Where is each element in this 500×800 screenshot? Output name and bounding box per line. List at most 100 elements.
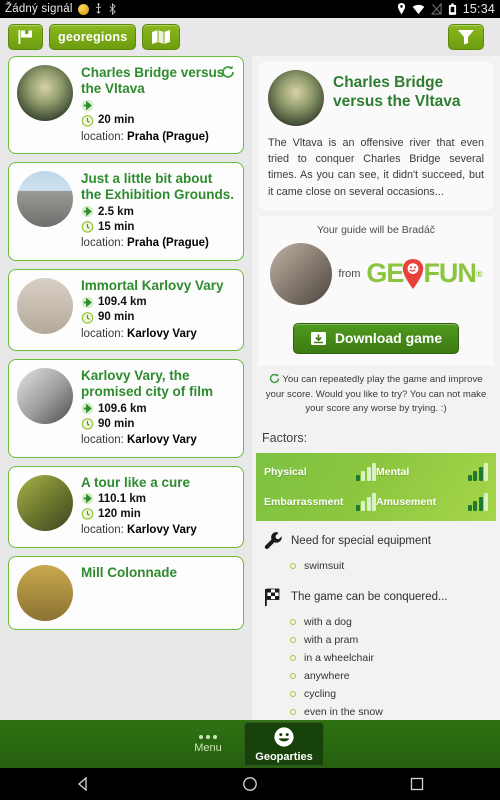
list-item: cycling (290, 685, 488, 703)
factors-label: Factors: (252, 427, 500, 454)
list-item-title: Mill Colonnade (81, 564, 177, 580)
conquer-section: The game can be conquered... with a dog … (252, 577, 500, 724)
equipment-title: Need for special equipment (291, 535, 431, 548)
list-item: in a wheelchair (290, 649, 488, 667)
wifi-icon (412, 4, 424, 14)
duration-row: 90 min (81, 311, 235, 324)
factor-name: Mental (376, 466, 410, 479)
detail-header-card: Charles Bridge versus the Vltava The Vlt… (258, 62, 494, 210)
location-row: location: Karlovy Vary (81, 433, 235, 449)
tour-list[interactable]: Charles Bridge versus the Vltava 20 min … (0, 56, 252, 800)
flag-button[interactable] (8, 24, 43, 50)
distance-row: 110.1 km (81, 492, 235, 505)
tab-menu[interactable]: Menu (176, 722, 240, 766)
location-value: Praha (Prague) (127, 237, 209, 250)
list-item[interactable]: Charles Bridge versus the Vltava 20 min … (8, 56, 244, 155)
tab-geoparties[interactable]: Geoparties (244, 722, 324, 766)
mill-colonnade-thumb (17, 564, 73, 621)
factor-name: Embarrassment (264, 496, 344, 509)
forest-walk-thumb (17, 474, 73, 531)
location-row: location: Praha (Prague) (81, 236, 235, 252)
list-item-title: Just a little bit about the Exhibition G… (81, 171, 234, 203)
registered-mark: ® (475, 268, 483, 279)
exhibition-grounds-thumb (17, 171, 73, 228)
factor-name: Physical (264, 466, 307, 479)
factor-bar (366, 497, 371, 512)
flag-icon (18, 30, 32, 44)
duration-label: 120 min (98, 507, 141, 520)
factor-bar (473, 501, 477, 512)
download-wrap: Download game (258, 316, 494, 366)
usb-icon (95, 3, 101, 14)
detail-pane[interactable]: Charles Bridge versus the Vltava The Vlt… (252, 56, 500, 800)
crosses-thumb (17, 277, 73, 334)
location-value: Karlovy Vary (127, 434, 197, 446)
film-festival-thumb (17, 368, 73, 425)
guide-block: Your guide will be Bradáč from GE FUN ® (258, 215, 494, 317)
arrow-icon (81, 493, 94, 505)
no-signal-icon (430, 3, 442, 15)
location-value: Karlovy Vary (127, 524, 197, 537)
arrow-icon (81, 402, 94, 415)
list-item-title: Charles Bridge versus the Vltava (81, 65, 225, 96)
conquer-item: with a pram (304, 634, 359, 647)
map-button[interactable] (142, 24, 181, 50)
bullet-icon (290, 637, 296, 644)
factor-embarrassment: Embarrassment (264, 493, 376, 512)
coin-icon (77, 3, 89, 15)
distance-label: 109.6 km (98, 402, 147, 415)
factor-bar (478, 497, 483, 512)
guide-caption: Your guide will be Bradáč (316, 223, 436, 236)
distance-label: 109.4 km (98, 296, 147, 309)
factor-bar (484, 493, 488, 512)
factor-bar (361, 501, 365, 512)
conquer-item: with a dog (304, 616, 352, 629)
list-item: anywhere (290, 667, 488, 685)
duration-label: 90 min (98, 311, 135, 324)
status-bar: Žádný signál 15:34 (0, 0, 500, 18)
refresh-icon[interactable] (221, 65, 235, 79)
filter-button[interactable] (448, 24, 484, 50)
georegions-button[interactable]: georegions (49, 24, 137, 50)
bullet-icon (290, 563, 296, 570)
bullet-icon (290, 709, 296, 716)
list-item: even in the snow (290, 703, 488, 721)
duration-row: 120 min (81, 507, 235, 521)
factor-physical: Physical (264, 463, 376, 482)
map-icon (152, 30, 171, 44)
duration-row: 20 min (81, 114, 235, 127)
list-item[interactable]: Just a little bit about the Exhibition G… (8, 162, 244, 261)
list-item[interactable]: Mill Colonnade (8, 555, 244, 630)
download-icon (310, 331, 326, 345)
guide-avatar (270, 242, 333, 305)
home-icon[interactable] (242, 776, 258, 792)
arrow-icon (81, 205, 94, 218)
list-item[interactable]: Immortal Karlovy Vary 109.4 km 90 min lo… (8, 268, 244, 352)
location-prefix: location: (81, 237, 124, 250)
list-item[interactable]: Karlovy Vary, the promised city of film … (8, 359, 244, 458)
location-value: Karlovy Vary (127, 327, 197, 340)
distance-label: 110.1 km (98, 492, 146, 505)
list-item[interactable]: A tour like a cure 110.1 km 120 min loca… (8, 465, 244, 548)
factor-bar (361, 471, 365, 482)
back-icon[interactable] (75, 776, 91, 792)
clock-icon (81, 311, 94, 324)
location-row: location: Karlovy Vary (81, 523, 235, 539)
recents-icon[interactable] (409, 776, 425, 792)
list-item: with a dog (290, 613, 488, 631)
clock-icon (81, 418, 94, 430)
factor-bars (467, 493, 488, 512)
clock-icon (81, 508, 94, 521)
download-label: Download game (334, 330, 443, 347)
bottom-tab-bar: Menu Geoparties (0, 720, 500, 768)
download-game-button[interactable]: Download game (292, 322, 460, 354)
location-pin-icon (397, 3, 405, 15)
clock-icon (81, 221, 94, 233)
duration-row: 90 min (81, 417, 235, 430)
factor-bar (467, 475, 472, 482)
logo-text-left: GE (366, 258, 404, 289)
tab-geoparties-label: Geoparties (255, 750, 313, 763)
bluetooth-icon (109, 3, 116, 15)
location-value: Praha (Prague) (127, 130, 209, 143)
top-toolbar: georegions (0, 18, 500, 56)
